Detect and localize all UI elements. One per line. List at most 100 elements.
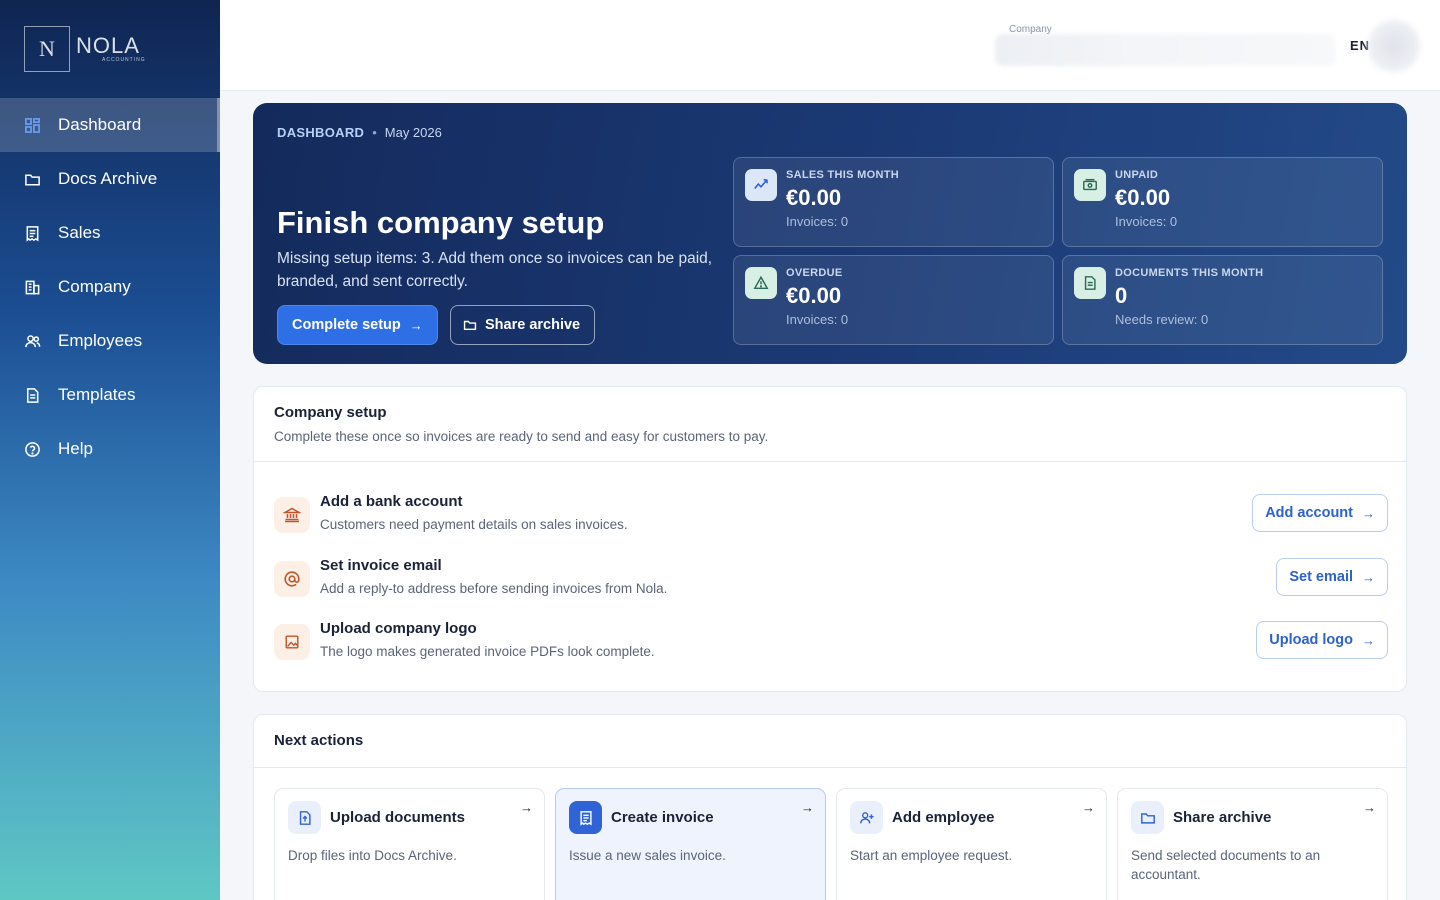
stat-sub: Invoices: 0 <box>786 312 849 327</box>
panel-subtitle: Complete these once so invoices are read… <box>274 429 769 444</box>
action-card-desc: Send selected documents to an accountant… <box>1131 848 1321 882</box>
setup-item-company-logo: Upload company logo The logo makes gener… <box>274 620 1388 680</box>
logo-mark: N <box>24 26 70 72</box>
stat-sub: Invoices: 0 <box>1115 214 1178 229</box>
receipt-icon <box>24 225 41 242</box>
file-upload-icon <box>288 801 321 834</box>
sidebar-item-company[interactable]: Company <box>0 260 220 314</box>
panel-header: Next actions <box>254 715 1406 768</box>
logo-text: NOLA ACCOUNTING <box>76 35 146 64</box>
sidebar-item-dashboard[interactable]: Dashboard <box>0 98 220 152</box>
action-card-desc: Start an employee request. <box>850 848 1013 863</box>
sidebar-item-employees[interactable]: Employees <box>0 314 220 368</box>
stat-value: €0.00 <box>786 185 842 210</box>
sparkline-icon <box>745 169 777 201</box>
sidebar-item-label: Help <box>58 439 93 458</box>
setup-item-title: Add a bank account <box>320 493 463 510</box>
breadcrumb-separator: • <box>372 125 377 140</box>
user-plus-icon <box>850 801 883 834</box>
brand-logo[interactable]: N NOLA ACCOUNTING <box>0 0 220 98</box>
users-icon <box>24 333 41 350</box>
banknote-icon <box>1074 169 1106 201</box>
arrow-right-icon: → <box>801 800 814 815</box>
action-card-title: Add employee <box>892 809 995 826</box>
upload-logo-label: Upload logo <box>1269 632 1353 648</box>
complete-setup-button[interactable]: Complete setup → <box>277 305 438 345</box>
setup-item-title: Set invoice email <box>320 557 442 574</box>
image-icon <box>274 624 310 660</box>
action-card-title: Upload documents <box>330 809 466 826</box>
next-actions-panel: Next actions Upload documents → Drop fil… <box>253 714 1407 900</box>
setup-item-bank-account: Add a bank account Customers need paymen… <box>274 493 1388 553</box>
sidebar-item-help[interactable]: Help <box>0 422 220 476</box>
share-archive-button[interactable]: Share archive <box>450 305 596 345</box>
sidebar: N NOLA ACCOUNTING Dashboard Docs Archive… <box>0 0 220 900</box>
dashboard-hero: DASHBOARD • May 2026 Finish company setu… <box>253 103 1407 364</box>
setup-item-desc: Customers need payment details on sales … <box>320 517 628 532</box>
arrow-right-icon: → <box>1362 569 1375 585</box>
bank-icon <box>274 497 310 533</box>
avatar[interactable] <box>1368 20 1420 72</box>
logo-subtitle: ACCOUNTING <box>102 57 146 63</box>
folder-icon <box>1131 801 1164 834</box>
action-card-create-invoice[interactable]: Create invoice → Issue a new sales invoi… <box>555 788 826 900</box>
arrow-right-icon: → <box>1362 632 1375 648</box>
building-icon <box>24 279 41 296</box>
setup-item-desc: The logo makes generated invoice PDFs lo… <box>320 644 655 659</box>
stat-card-sales[interactable]: SALES THIS MONTH €0.00 Invoices: 0 <box>733 157 1054 247</box>
action-card-desc: Issue a new sales invoice. <box>569 848 726 863</box>
panel-header: Company setup Complete these once so inv… <box>254 387 1406 462</box>
stat-label: DOCUMENTS THIS MONTH <box>1115 267 1264 279</box>
stat-label: UNPAID <box>1115 169 1159 181</box>
stat-value: €0.00 <box>1115 185 1171 210</box>
set-email-label: Set email <box>1289 569 1353 585</box>
top-bar: Company EN <box>220 0 1440 91</box>
breadcrumb: DASHBOARD • May 2026 <box>277 125 442 140</box>
sidebar-nav: Dashboard Docs Archive Sales Company Emp… <box>0 98 220 476</box>
add-account-button[interactable]: Add account → <box>1252 494 1388 532</box>
stat-card-unpaid[interactable]: UNPAID €0.00 Invoices: 0 <box>1062 157 1383 247</box>
stat-sub: Needs review: 0 <box>1115 312 1209 327</box>
sidebar-item-sales[interactable]: Sales <box>0 206 220 260</box>
complete-setup-label: Complete setup <box>292 317 401 333</box>
hero-description: Missing setup items: 3. Add them once so… <box>277 250 713 290</box>
arrow-right-icon: → <box>520 800 533 815</box>
arrow-right-icon: → <box>1082 800 1095 815</box>
action-card-add-employee[interactable]: Add employee → Start an employee request… <box>836 788 1107 900</box>
panel-title: Company setup <box>274 404 387 421</box>
company-selector-value[interactable] <box>995 34 1335 66</box>
sidebar-item-label: Docs Archive <box>58 169 158 188</box>
sidebar-item-label: Dashboard <box>58 115 142 134</box>
setup-item-desc: Add a reply-to address before sending in… <box>320 581 668 596</box>
arrow-right-icon: → <box>409 317 423 333</box>
panel-title: Next actions <box>274 732 364 749</box>
action-card-upload-documents[interactable]: Upload documents → Drop files into Docs … <box>274 788 545 900</box>
sidebar-item-label: Templates <box>58 385 136 404</box>
stat-sub: Invoices: 0 <box>786 214 849 229</box>
help-icon <box>24 441 41 458</box>
warning-icon <box>745 267 777 299</box>
sidebar-item-docs-archive[interactable]: Docs Archive <box>0 152 220 206</box>
sidebar-item-templates[interactable]: Templates <box>0 368 220 422</box>
company-selector[interactable]: Company <box>995 22 1335 68</box>
sidebar-item-label: Employees <box>58 331 143 350</box>
stat-label: OVERDUE <box>786 267 843 279</box>
action-card-share-archive[interactable]: Share archive → Send selected documents … <box>1117 788 1388 900</box>
sidebar-item-label: Sales <box>58 223 101 242</box>
sidebar-item-label: Company <box>58 277 131 296</box>
add-account-label: Add account <box>1265 505 1353 521</box>
arrow-right-icon: → <box>1363 800 1376 815</box>
breadcrumb-section: DASHBOARD <box>277 125 365 140</box>
stat-value: 0 <box>1115 283 1128 308</box>
stat-card-overdue[interactable]: OVERDUE €0.00 Invoices: 0 <box>733 255 1054 345</box>
upload-logo-button[interactable]: Upload logo → <box>1256 621 1388 659</box>
breadcrumb-date: May 2026 <box>384 125 442 140</box>
stat-card-documents[interactable]: DOCUMENTS THIS MONTH 0 Needs review: 0 <box>1062 255 1383 345</box>
page-title: Finish company setup <box>277 205 605 240</box>
folder-icon <box>463 318 477 332</box>
set-email-button[interactable]: Set email → <box>1276 558 1388 596</box>
stat-value: €0.00 <box>786 283 842 308</box>
folder-icon <box>24 171 41 188</box>
action-card-title: Create invoice <box>611 809 714 826</box>
dashboard-icon <box>24 117 41 134</box>
